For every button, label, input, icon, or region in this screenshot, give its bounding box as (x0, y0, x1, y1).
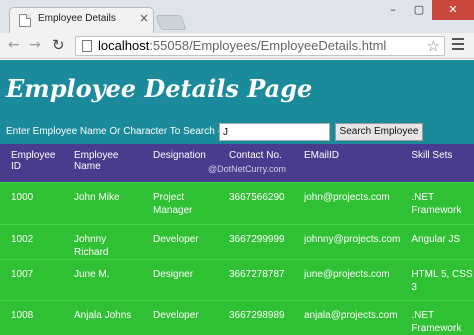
url-host: localhost (98, 38, 150, 53)
table-cell: John Mike (62, 181, 141, 224)
url-path: :55058/Employees/EmployeeDetails.html (149, 38, 387, 53)
tab-title: Employee Details (38, 13, 116, 24)
table-cell: .NET Framework (400, 181, 474, 224)
maximize-button[interactable]: ▢ (406, 0, 432, 20)
tab-close-icon[interactable]: × (139, 11, 149, 25)
new-tab-button[interactable] (155, 15, 187, 30)
watermark-text: @DotNetCurry.com (208, 164, 286, 174)
table-cell: 1000 (0, 181, 62, 224)
table-row: 1002 Johnny Richard Developer 3667299999… (0, 223, 474, 259)
search-label: Enter Employee Name Or Character To Sear… (6, 126, 221, 137)
column-header: Employee ID (0, 144, 62, 182)
reload-icon[interactable]: ↻ (52, 37, 65, 53)
table-cell: Developer (141, 223, 217, 259)
table-row: 1007 June M. Designer 3667278787 june@pr… (0, 258, 474, 300)
table-header-row: Employee ID Employee Name Designation Co… (0, 144, 474, 182)
column-header: Employee Name (62, 144, 141, 182)
table-cell: johnny@projects.com (293, 223, 401, 259)
menu-icon[interactable] (452, 38, 464, 53)
page-content: Employee Details Page Enter Employee Nam… (0, 60, 474, 335)
table-cell: june@projects.com (293, 258, 401, 300)
column-header: Designation (141, 144, 217, 182)
table-cell: June M. (62, 258, 141, 300)
address-bar[interactable]: localhost:55058/Employees/EmployeeDetail… (75, 36, 445, 56)
table-cell: 3667278787 (217, 258, 293, 300)
table-cell: john@projects.com (293, 181, 401, 224)
close-window-button[interactable]: ✕ (432, 0, 474, 20)
column-header: Contact No. (217, 144, 293, 182)
table-cell: Project Manager (141, 181, 217, 224)
window-controls: – ▢ ✕ (380, 0, 474, 20)
table-cell: .NET Framework (400, 299, 474, 335)
url-text: localhost:55058/Employees/EmployeeDetail… (98, 38, 386, 53)
star-icon[interactable]: ☆ (427, 37, 440, 55)
table-cell: 3667566290 (217, 181, 293, 224)
table-cell: anjala@projects.com (293, 299, 401, 335)
search-bar: Enter Employee Name Or Character To Sear… (0, 120, 474, 144)
browser-tab[interactable]: Employee Details × (9, 7, 154, 33)
table-cell: 3667298989 (217, 299, 293, 335)
forward-arrow-icon[interactable]: → (29, 37, 41, 53)
table-cell: 1007 (0, 258, 62, 300)
header-band: Employee Details Page (0, 60, 474, 120)
page-title: Employee Details Page (6, 74, 313, 103)
column-header: EMailID (293, 144, 401, 182)
table-cell: Designer (141, 258, 217, 300)
page-icon (82, 40, 92, 52)
table-cell: 1002 (0, 223, 62, 259)
table-cell: 1008 (0, 299, 62, 335)
search-input[interactable] (219, 123, 330, 141)
search-employee-button[interactable]: Search Employee (335, 123, 423, 141)
table-cell: Anjala Johns (62, 299, 141, 335)
favicon-icon (19, 14, 31, 27)
table-row: 1000 John Mike Project Manager 366756629… (0, 181, 474, 224)
back-arrow-icon[interactable]: ← (8, 37, 20, 53)
table-row: 1008 Anjala Johns Developer 3667298989 a… (0, 299, 474, 335)
table-cell: Developer (141, 299, 217, 335)
table-cell: HTML 5, CSS 3 (400, 258, 474, 300)
table-cell: 3667299999 (217, 223, 293, 259)
browser-tabstrip: Employee Details × – ▢ ✕ (0, 0, 474, 33)
table-cell: Johnny Richard (62, 223, 141, 259)
column-header: Skill Sets (400, 144, 474, 182)
minimize-button[interactable]: – (380, 0, 406, 20)
table-cell: Angular JS (400, 223, 474, 259)
browser-toolbar: ← → ↻ localhost:55058/Employees/Employee… (0, 33, 474, 59)
